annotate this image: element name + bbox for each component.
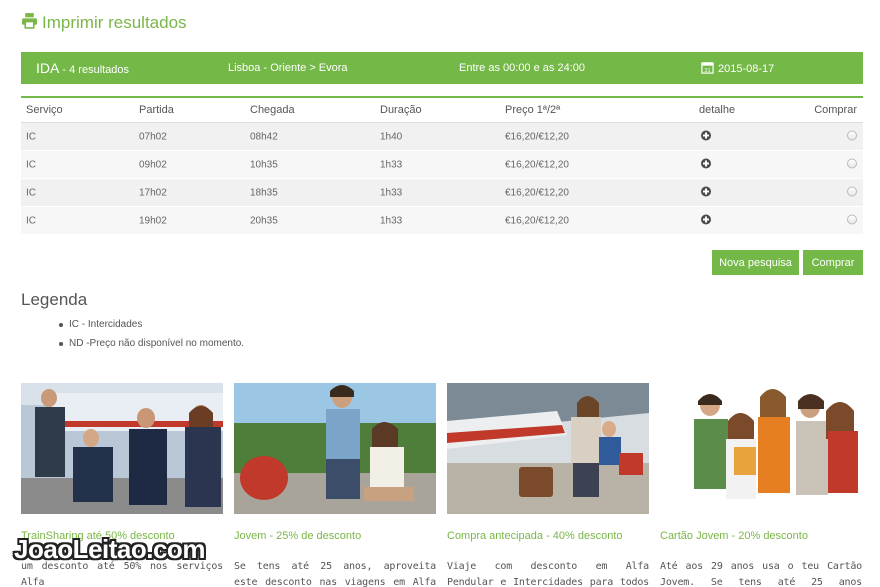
service-cell: IC xyxy=(26,187,36,198)
header-buy: Comprar xyxy=(814,104,857,116)
trip-time-window: Entre as 00:00 e as 24:00 xyxy=(459,62,585,74)
promo-text: Se tens até 25 anos, aproveita este desc… xyxy=(234,561,436,587)
trip-date: 31 2015-08-17 xyxy=(701,61,774,77)
promo-card-jovem[interactable]: Jovem - 25% de desconto Se tens até 25 a… xyxy=(234,383,436,587)
select-train-radio[interactable] xyxy=(847,130,857,143)
header-service: Serviço xyxy=(26,104,63,116)
promo-image-students[interactable] xyxy=(660,383,862,514)
select-train-radio[interactable] xyxy=(847,214,857,227)
service-cell: IC xyxy=(26,131,36,142)
results-table: Serviço Partida Chegada Duração Preço 1ª… xyxy=(21,96,863,235)
table-row: IC 19h02 20h35 1h33 €16,20/€12,20 xyxy=(21,207,863,235)
arrival-cell: 20h35 xyxy=(250,215,278,226)
arrival-cell: 08h42 xyxy=(250,131,278,142)
arrival-cell: 18h35 xyxy=(250,187,278,198)
legend-item: IC - Intercidades xyxy=(58,319,244,338)
arrival-cell: 10h35 xyxy=(250,159,278,170)
duration-cell: 1h33 xyxy=(380,159,403,170)
detail-plus-icon[interactable] xyxy=(701,158,711,171)
print-results-link[interactable]: Imprimir resultados xyxy=(21,12,187,34)
detail-plus-icon[interactable] xyxy=(701,214,711,227)
trip-date-value: 2015-08-17 xyxy=(718,63,775,75)
price-cell: €16,20/€12,20 xyxy=(505,215,569,226)
site-watermark: JoaoLeitao.com xyxy=(14,534,205,564)
trip-direction: IDA - 4 resultados xyxy=(36,60,129,76)
legend-title: Legenda xyxy=(21,290,88,309)
detail-plus-icon[interactable] xyxy=(701,186,711,199)
table-row: IC 09h02 10h35 1h33 €16,20/€12,20 xyxy=(21,151,863,179)
calendar-icon: 31 xyxy=(701,61,714,77)
header-detail: detalhe xyxy=(699,104,736,116)
promo-text: Até aos 29 anos usa o teu Cartão Jovem. … xyxy=(660,561,862,587)
departure-cell: 09h02 xyxy=(139,159,167,170)
duration-cell: 1h33 xyxy=(380,187,403,198)
print-results-label: Imprimir resultados xyxy=(42,13,187,32)
header-departure: Partida xyxy=(139,104,174,116)
new-search-button[interactable]: Nova pesquisa xyxy=(712,250,799,275)
promo-card-compra-antecipada[interactable]: Compra antecipada - 40% desconto Viaje c… xyxy=(447,383,649,587)
detail-plus-icon[interactable] xyxy=(701,130,711,143)
price-cell: €16,20/€12,20 xyxy=(505,159,569,170)
departure-cell: 19h02 xyxy=(139,215,167,226)
table-row: IC 07h02 08h42 1h40 €16,20/€12,20 xyxy=(21,123,863,151)
buy-button[interactable]: Comprar xyxy=(803,250,863,275)
header-price: Preço 1ª/2ª xyxy=(505,104,561,116)
printer-icon xyxy=(21,12,38,34)
departure-cell: 17h02 xyxy=(139,187,167,198)
legend-list: IC - Intercidades ND -Preço não disponív… xyxy=(58,319,244,357)
promo-image-young-couple[interactable] xyxy=(234,383,436,514)
svg-text:31: 31 xyxy=(704,68,710,74)
direction-label: IDA xyxy=(36,60,60,76)
promo-title[interactable]: Jovem - 25% de desconto xyxy=(234,530,436,542)
table-row: IC 17h02 18h35 1h33 €16,20/€12,20 xyxy=(21,179,863,207)
legend-item: ND -Preço não disponível no momento. xyxy=(58,338,244,357)
table-header: Serviço Partida Chegada Duração Preço 1ª… xyxy=(21,98,863,123)
results-count: - 4 resultados xyxy=(59,64,130,76)
promo-image-business-people[interactable] xyxy=(21,383,223,514)
promo-title[interactable]: Cartão Jovem - 20% desconto xyxy=(660,530,862,542)
header-duration: Duração xyxy=(380,104,422,116)
promo-card-cartao-jovem[interactable]: Cartão Jovem - 20% desconto Até aos 29 a… xyxy=(660,383,862,587)
promo-image-station-family[interactable] xyxy=(447,383,649,514)
select-train-radio[interactable] xyxy=(847,186,857,199)
service-cell: IC xyxy=(26,215,36,226)
promo-text: Viaje com desconto em Alfa Pendular e In… xyxy=(447,561,649,587)
duration-cell: 1h40 xyxy=(380,131,403,142)
duration-cell: 1h33 xyxy=(380,215,403,226)
service-cell: IC xyxy=(26,159,36,170)
price-cell: €16,20/€12,20 xyxy=(505,187,569,198)
header-arrival: Chegada xyxy=(250,104,295,116)
trip-route: Lisboa - Oriente > Evora xyxy=(228,62,348,74)
promo-title[interactable]: Compra antecipada - 40% desconto xyxy=(447,530,649,542)
trip-summary-bar: IDA - 4 resultados Lisboa - Oriente > Ev… xyxy=(21,52,863,84)
price-cell: €16,20/€12,20 xyxy=(505,131,569,142)
select-train-radio[interactable] xyxy=(847,158,857,171)
departure-cell: 07h02 xyxy=(139,131,167,142)
